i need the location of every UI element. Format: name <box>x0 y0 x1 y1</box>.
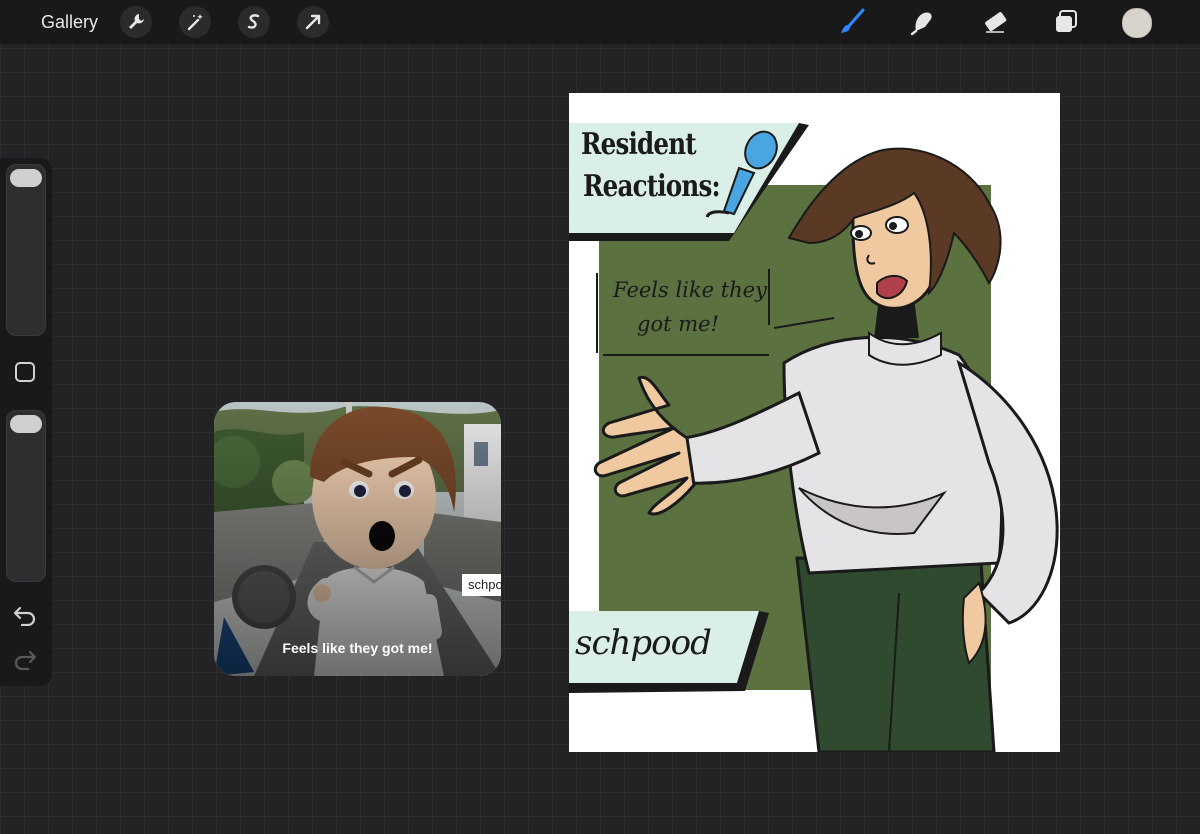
selection-button[interactable] <box>238 6 270 38</box>
brush-size-slider[interactable] <box>6 164 46 336</box>
redo-icon[interactable] <box>12 648 38 670</box>
magic-wand-icon <box>187 14 203 31</box>
artwork-title-line2: Reactions: <box>583 169 721 204</box>
opacity-slider[interactable] <box>6 410 46 582</box>
actions-button[interactable] <box>120 6 152 38</box>
wrench-icon <box>129 14 144 29</box>
left-sidebar <box>0 158 52 686</box>
brush-tool[interactable] <box>836 6 868 38</box>
drawing-canvas[interactable]: Resident Reactions: Feels like they got … <box>569 93 1060 752</box>
eraser-icon <box>985 12 1007 33</box>
reference-window[interactable]: schpo Feels like they got me! <box>214 402 501 676</box>
artwork-speech-line2: got me! <box>637 312 719 336</box>
reference-image <box>214 402 501 676</box>
smudge-icon <box>910 12 932 36</box>
eraser-tool[interactable] <box>979 6 1011 38</box>
layers-icon <box>1056 10 1077 32</box>
transform-button[interactable] <box>297 6 329 38</box>
brush-icon <box>841 8 865 33</box>
top-toolbar: Gallery <box>0 0 1200 44</box>
layers-tool[interactable] <box>1050 6 1082 38</box>
artwork-speech-line1: Feels like they <box>613 278 767 302</box>
reference-caption: Feels like they got me! <box>282 640 433 656</box>
artwork-name-label: schpood <box>575 623 712 663</box>
artwork-title-line1: Resident <box>581 127 697 162</box>
color-picker-button[interactable] <box>1122 8 1152 38</box>
smudge-tool[interactable] <box>907 6 939 38</box>
selection-icon <box>247 14 260 29</box>
reference-name-tag: schpo <box>462 574 501 596</box>
brush-size-thumb[interactable] <box>10 169 42 187</box>
undo-icon[interactable] <box>12 604 38 626</box>
gallery-button[interactable]: Gallery <box>41 12 98 33</box>
opacity-thumb[interactable] <box>10 415 42 433</box>
adjustments-button[interactable] <box>179 6 211 38</box>
transform-arrow-icon <box>305 14 321 30</box>
modify-button[interactable] <box>15 362 35 382</box>
